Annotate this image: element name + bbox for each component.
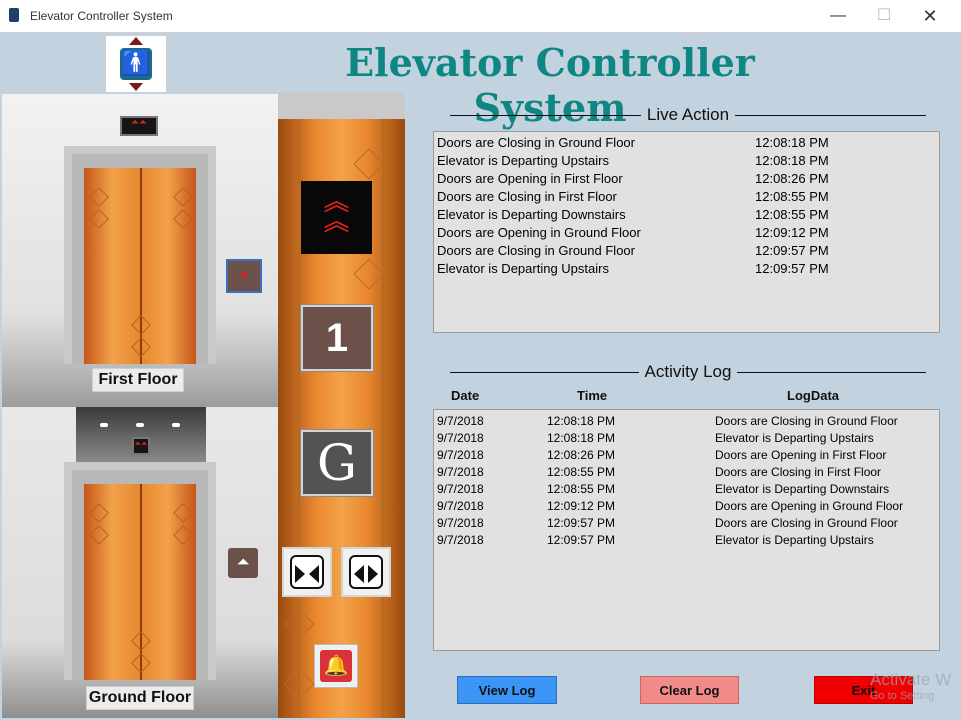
list-item: Doors are Closing in Ground Floor 12:09:…: [437, 243, 829, 258]
list-item: Elevator is Departing Upstairs 12:08:18 …: [437, 153, 829, 168]
direction-up-chevron-icon: ︽: [323, 206, 350, 236]
activation-watermark: Activate W Go to Setting: [870, 670, 952, 702]
activity-log-table[interactable]: 9/7/2018 12:08:18 PM Doors are Closing i…: [433, 409, 940, 651]
direction-up-display: ︽ ︽: [301, 181, 372, 254]
minimize-button[interactable]: —: [815, 0, 861, 32]
open-doors-icon: [349, 555, 383, 589]
close-doors-icon: [290, 555, 324, 589]
close-window-button[interactable]: ✕: [907, 0, 953, 32]
person-icon: 🚹: [121, 50, 151, 77]
view-log-button[interactable]: View Log: [457, 676, 557, 704]
table-row: 9/7/2018 12:09:57 PM Doors are Closing i…: [437, 516, 898, 530]
window-title: Elevator Controller System: [30, 9, 173, 23]
elevator-cabin-interior: ⏶⏶: [76, 407, 206, 462]
first-floor-elevator-door: [84, 168, 196, 364]
ground-floor-button[interactable]: G: [301, 430, 373, 496]
list-item: Doors are Closing in First Floor 12:08:5…: [437, 189, 829, 204]
table-row: 9/7/2018 12:08:55 PM Doors are Closing i…: [437, 465, 882, 479]
ground-floor-elevator-door: [84, 484, 196, 680]
list-item: Elevator is Departing Upstairs 12:09:57 …: [437, 261, 829, 276]
app-icon: [9, 8, 19, 22]
table-row: 9/7/2018 12:08:55 PM Elevator is Departi…: [437, 482, 890, 496]
window-titlebar: Elevator Controller System — ☐ ✕: [0, 0, 961, 33]
column-header-time: Time: [577, 388, 608, 403]
ground-floor-indicator: ⏶⏶: [132, 437, 150, 455]
column-header-date: Date: [451, 388, 480, 403]
logo-down-arrow-icon: [129, 83, 143, 91]
list-item: Doors are Opening in First Floor 12:08:2…: [437, 171, 829, 186]
activity-log-title: Activity Log: [638, 362, 738, 381]
open-doors-button[interactable]: [341, 547, 391, 597]
list-item: Elevator is Departing Downstairs 12:08:5…: [437, 207, 829, 222]
live-action-list[interactable]: Doors are Closing in Ground Floor 12:08:…: [433, 131, 940, 333]
live-action-title: Live Action: [640, 105, 736, 124]
table-row: 9/7/2018 12:08:18 PM Elevator is Departi…: [437, 431, 874, 445]
column-header-logdata: LogData: [787, 388, 839, 403]
alarm-bell-icon: 🔔: [320, 650, 352, 682]
first-floor-label: First Floor: [92, 368, 184, 392]
first-floor-door-frame: [64, 146, 216, 364]
maximize-button[interactable]: ☐: [861, 0, 907, 32]
logo-up-arrow-icon: [129, 37, 143, 45]
list-item: Doors are Closing in Ground Floor 12:08:…: [437, 135, 829, 150]
alarm-button[interactable]: 🔔: [314, 644, 358, 688]
ground-floor-call-up-button[interactable]: ⏶: [228, 548, 258, 578]
first-floor-view: ⏶⏶ First Floor: [2, 94, 278, 407]
ground-floor-door-frame: [64, 462, 216, 680]
table-row: 9/7/2018 12:09:57 PM Elevator is Departi…: [437, 533, 874, 547]
clear-log-button[interactable]: Clear Log: [640, 676, 739, 704]
live-action-header: Live Action: [450, 103, 926, 127]
elevator-logo-icon: 🚹: [106, 36, 166, 92]
table-row: 9/7/2018 12:08:26 PM Doors are Opening i…: [437, 448, 887, 462]
first-floor-button[interactable]: 1: [301, 305, 373, 371]
activity-log-header: Activity Log: [450, 360, 926, 384]
table-row: 9/7/2018 12:09:12 PM Doors are Opening i…: [437, 499, 904, 513]
first-floor-call-down-button[interactable]: ▼: [226, 259, 262, 293]
table-row: 9/7/2018 12:08:18 PM Doors are Closing i…: [437, 414, 898, 428]
close-doors-button[interactable]: [282, 547, 332, 597]
first-floor-indicator: ⏶⏶: [120, 116, 158, 136]
list-item: Doors are Opening in Ground Floor 12:09:…: [437, 225, 829, 240]
ground-floor-label: Ground Floor: [86, 686, 194, 710]
